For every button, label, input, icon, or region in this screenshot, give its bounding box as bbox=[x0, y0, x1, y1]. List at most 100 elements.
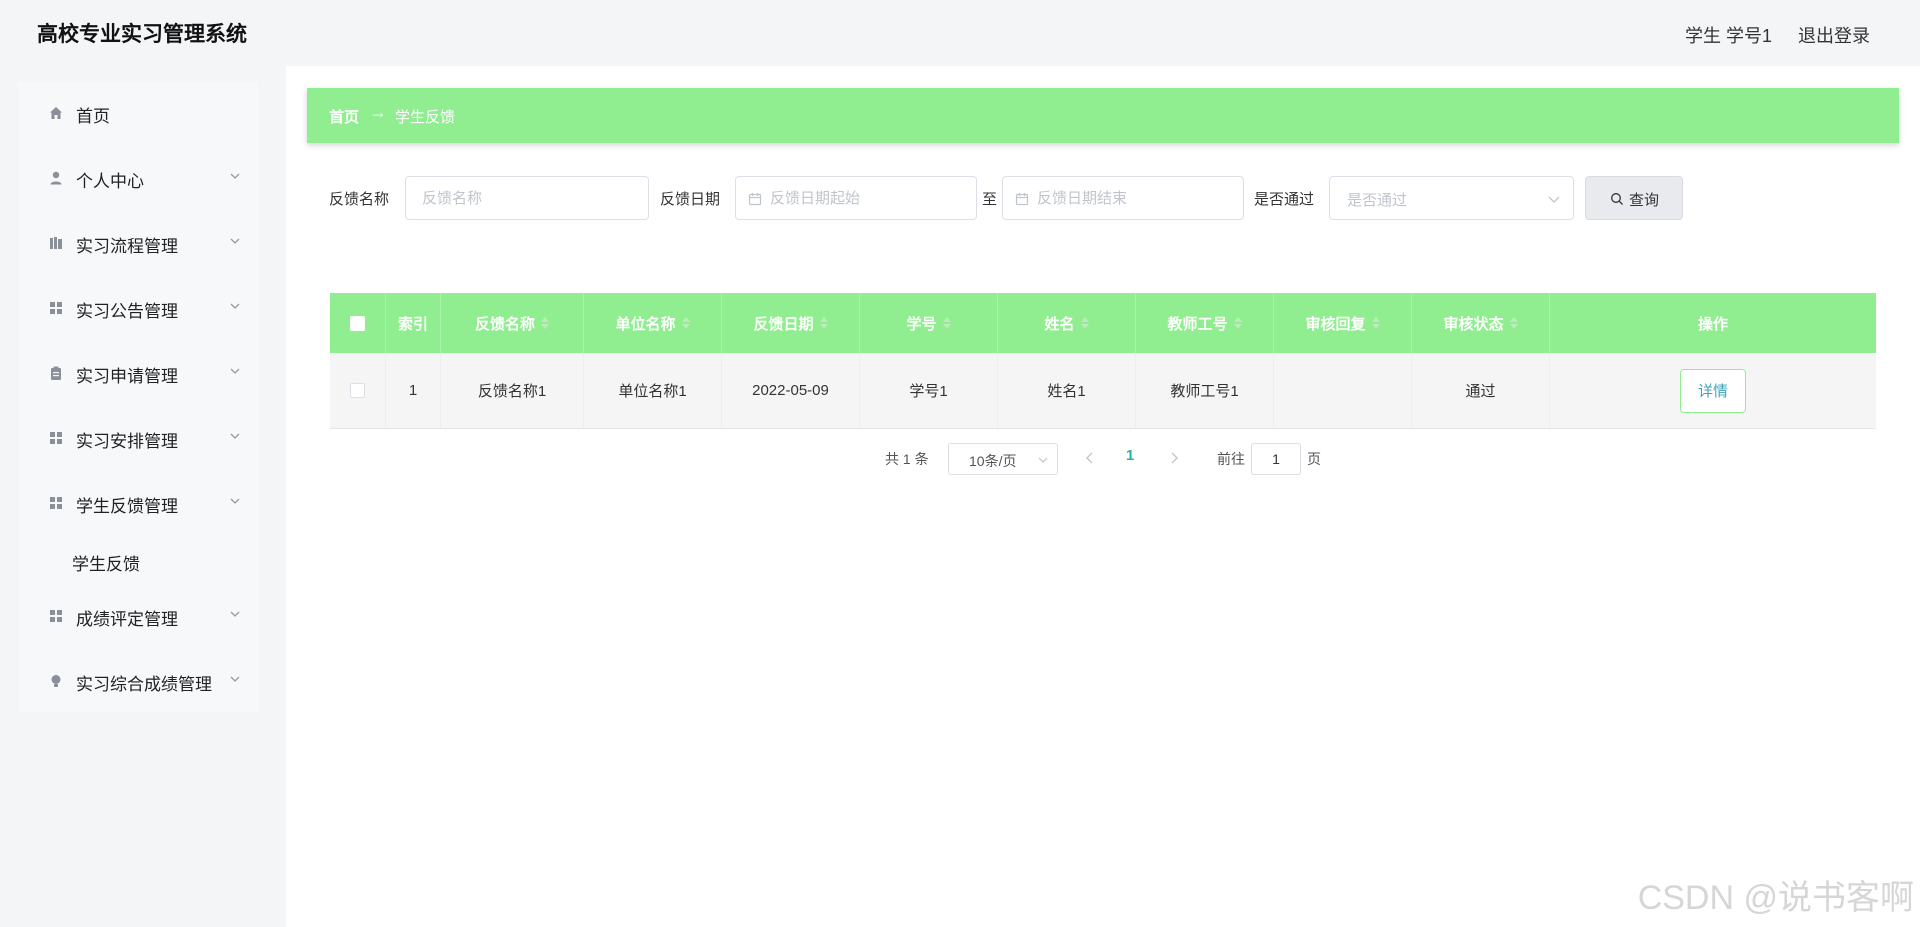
query-button[interactable]: 查询 bbox=[1585, 176, 1683, 220]
prev-page-icon[interactable] bbox=[1082, 449, 1098, 467]
grid-icon bbox=[50, 610, 62, 622]
breadcrumb: 首页 → 学生反馈 bbox=[307, 88, 1899, 143]
column-header-student-name[interactable]: 姓名 bbox=[998, 293, 1136, 353]
sidebar-item-grading[interactable]: 成绩评定管理 bbox=[18, 594, 258, 638]
sidebar-item-overall-scores[interactable]: 实习综合成绩管理 bbox=[18, 659, 258, 703]
feedback-name-input[interactable] bbox=[405, 176, 649, 220]
chevron-down-icon bbox=[230, 498, 240, 504]
column-header-label: 教师工号 bbox=[1167, 315, 1228, 333]
page-size-select[interactable]: 10条/页 bbox=[948, 443, 1058, 475]
sidebar-item-applications[interactable]: 实习申请管理 bbox=[18, 351, 258, 395]
sidebar-item-announcements[interactable]: 实习公告管理 bbox=[18, 286, 258, 330]
table-row: 1 反馈名称1 单位名称1 2022-05-09 学号1 姓名1 教师工号1 通… bbox=[330, 353, 1876, 429]
sidebar: 首页 个人中心 实习流程管理 实习公告管理 实习申请管理 实习安排管理 学生反馈… bbox=[18, 82, 258, 712]
breadcrumb-current: 学生反馈 bbox=[395, 109, 456, 126]
cell-feedback-name: 反馈名称1 bbox=[441, 353, 584, 428]
goto-label: 前往 bbox=[1217, 451, 1245, 467]
chevron-down-icon bbox=[230, 173, 240, 179]
column-header-label: 索引 bbox=[397, 315, 428, 333]
current-user: 学生 学号1 bbox=[1684, 26, 1772, 46]
sort-icon[interactable] bbox=[942, 316, 951, 330]
goto-page-input[interactable] bbox=[1251, 443, 1301, 475]
feedback-name-label: 反馈名称 bbox=[329, 191, 390, 208]
cell-review-status: 通过 bbox=[1412, 353, 1550, 428]
sidebar-item-personal-center[interactable]: 个人中心 bbox=[18, 156, 258, 200]
feedback-date-end-input[interactable] bbox=[1002, 176, 1244, 220]
cell-student-name: 姓名1 bbox=[998, 353, 1136, 428]
sort-icon[interactable] bbox=[1080, 316, 1089, 330]
column-header-teacher-no[interactable]: 教师工号 bbox=[1136, 293, 1274, 353]
sidebar-item-label: 个人中心 bbox=[76, 172, 144, 191]
column-header-student-no[interactable]: 学号 bbox=[860, 293, 998, 353]
chevron-down-icon bbox=[230, 611, 240, 617]
sort-icon[interactable] bbox=[681, 316, 690, 330]
pagination-total: 共 1 条 bbox=[885, 451, 929, 467]
pass-status-placeholder: 是否通过 bbox=[1347, 192, 1408, 209]
sort-icon[interactable] bbox=[819, 316, 828, 330]
page-number-current[interactable]: 1 bbox=[1126, 447, 1134, 464]
sidebar-item-label: 实习综合成绩管理 bbox=[76, 675, 212, 694]
sort-icon[interactable] bbox=[1509, 316, 1518, 330]
breadcrumb-arrow-icon: → bbox=[369, 102, 387, 122]
column-header-label: 审核回复 bbox=[1305, 315, 1366, 333]
breadcrumb-home-link[interactable]: 首页 bbox=[329, 106, 359, 127]
watermark: CSDN @说书客啊 bbox=[1637, 879, 1914, 917]
sidebar-item-label: 首页 bbox=[76, 107, 110, 126]
grid-icon bbox=[50, 497, 62, 509]
column-header-label: 反馈名称 bbox=[474, 315, 535, 333]
sidebar-item-label: 实习安排管理 bbox=[76, 432, 178, 451]
app-title: 高校专业实习管理系统 bbox=[37, 23, 247, 46]
row-checkbox[interactable] bbox=[350, 383, 365, 398]
cell-student-no: 学号1 bbox=[860, 353, 998, 428]
sort-icon[interactable] bbox=[1371, 316, 1380, 330]
calendar-icon bbox=[748, 193, 762, 206]
sidebar-item-label: 成绩评定管理 bbox=[76, 610, 178, 629]
sidebar-item-label: 实习申请管理 bbox=[76, 367, 178, 386]
sort-icon[interactable] bbox=[541, 316, 549, 330]
home-icon bbox=[50, 107, 62, 119]
column-header-actions: 操作 bbox=[1550, 293, 1876, 353]
query-button-label: 查询 bbox=[1629, 192, 1660, 209]
row-select-cell bbox=[330, 353, 386, 428]
sidebar-item-arrangements[interactable]: 实习安排管理 bbox=[18, 416, 258, 460]
next-page-icon[interactable] bbox=[1166, 449, 1182, 467]
sidebar-item-home[interactable]: 首页 bbox=[18, 91, 258, 135]
sidebar-item-label: 学生反馈管理 bbox=[76, 497, 178, 516]
column-header-label: 学号 bbox=[906, 315, 937, 333]
top-bar: 高校专业实习管理系统 学生 学号1 退出登录 bbox=[0, 0, 1920, 66]
grid-icon bbox=[50, 432, 62, 444]
sidebar-subitem-label: 学生反馈 bbox=[72, 555, 140, 574]
chevron-down-icon bbox=[230, 676, 240, 682]
column-header-label: 审核状态 bbox=[1443, 315, 1504, 333]
pass-status-select[interactable]: 是否通过 bbox=[1329, 176, 1574, 220]
sidebar-subitem-student-feedback[interactable]: 学生反馈 bbox=[18, 540, 258, 580]
sidebar-item-internship-process[interactable]: 实习流程管理 bbox=[18, 221, 258, 265]
select-all-checkbox[interactable] bbox=[350, 315, 365, 331]
column-header-index: 索引 bbox=[386, 293, 441, 353]
column-header-feedback-date[interactable]: 反馈日期 bbox=[722, 293, 860, 353]
sidebar-item-label: 实习流程管理 bbox=[76, 237, 178, 256]
header-select-all bbox=[330, 293, 386, 353]
cell-review-reply bbox=[1274, 353, 1412, 428]
feedback-date-start-input[interactable] bbox=[735, 176, 977, 220]
column-header-unit-name[interactable]: 单位名称 bbox=[584, 293, 722, 353]
goto-unit-label: 页 bbox=[1307, 451, 1321, 467]
feedback-date-label: 反馈日期 bbox=[660, 191, 721, 208]
cell-unit-name: 单位名称1 bbox=[584, 353, 722, 428]
cell-teacher-no: 教师工号1 bbox=[1136, 353, 1274, 428]
column-header-review-reply[interactable]: 审核回复 bbox=[1274, 293, 1412, 353]
sidebar-item-feedback[interactable]: 学生反馈管理 bbox=[18, 481, 258, 525]
column-header-review-status[interactable]: 审核状态 bbox=[1412, 293, 1550, 353]
column-header-label: 操作 bbox=[1697, 315, 1728, 333]
search-icon bbox=[1611, 193, 1623, 205]
cell-actions: 详情 bbox=[1550, 353, 1876, 428]
sidebar-item-label: 实习公告管理 bbox=[76, 302, 178, 321]
column-header-feedback-name[interactable]: 反馈名称 bbox=[441, 293, 584, 353]
detail-button[interactable]: 详情 bbox=[1680, 368, 1746, 413]
logout-link[interactable]: 退出登录 bbox=[1798, 22, 1870, 48]
sort-icon[interactable] bbox=[1233, 316, 1242, 330]
chevron-down-icon bbox=[1038, 457, 1048, 463]
clipboard-icon bbox=[51, 366, 61, 380]
page-size-label: 10条/页 bbox=[969, 453, 1017, 469]
grid-icon bbox=[50, 302, 62, 314]
